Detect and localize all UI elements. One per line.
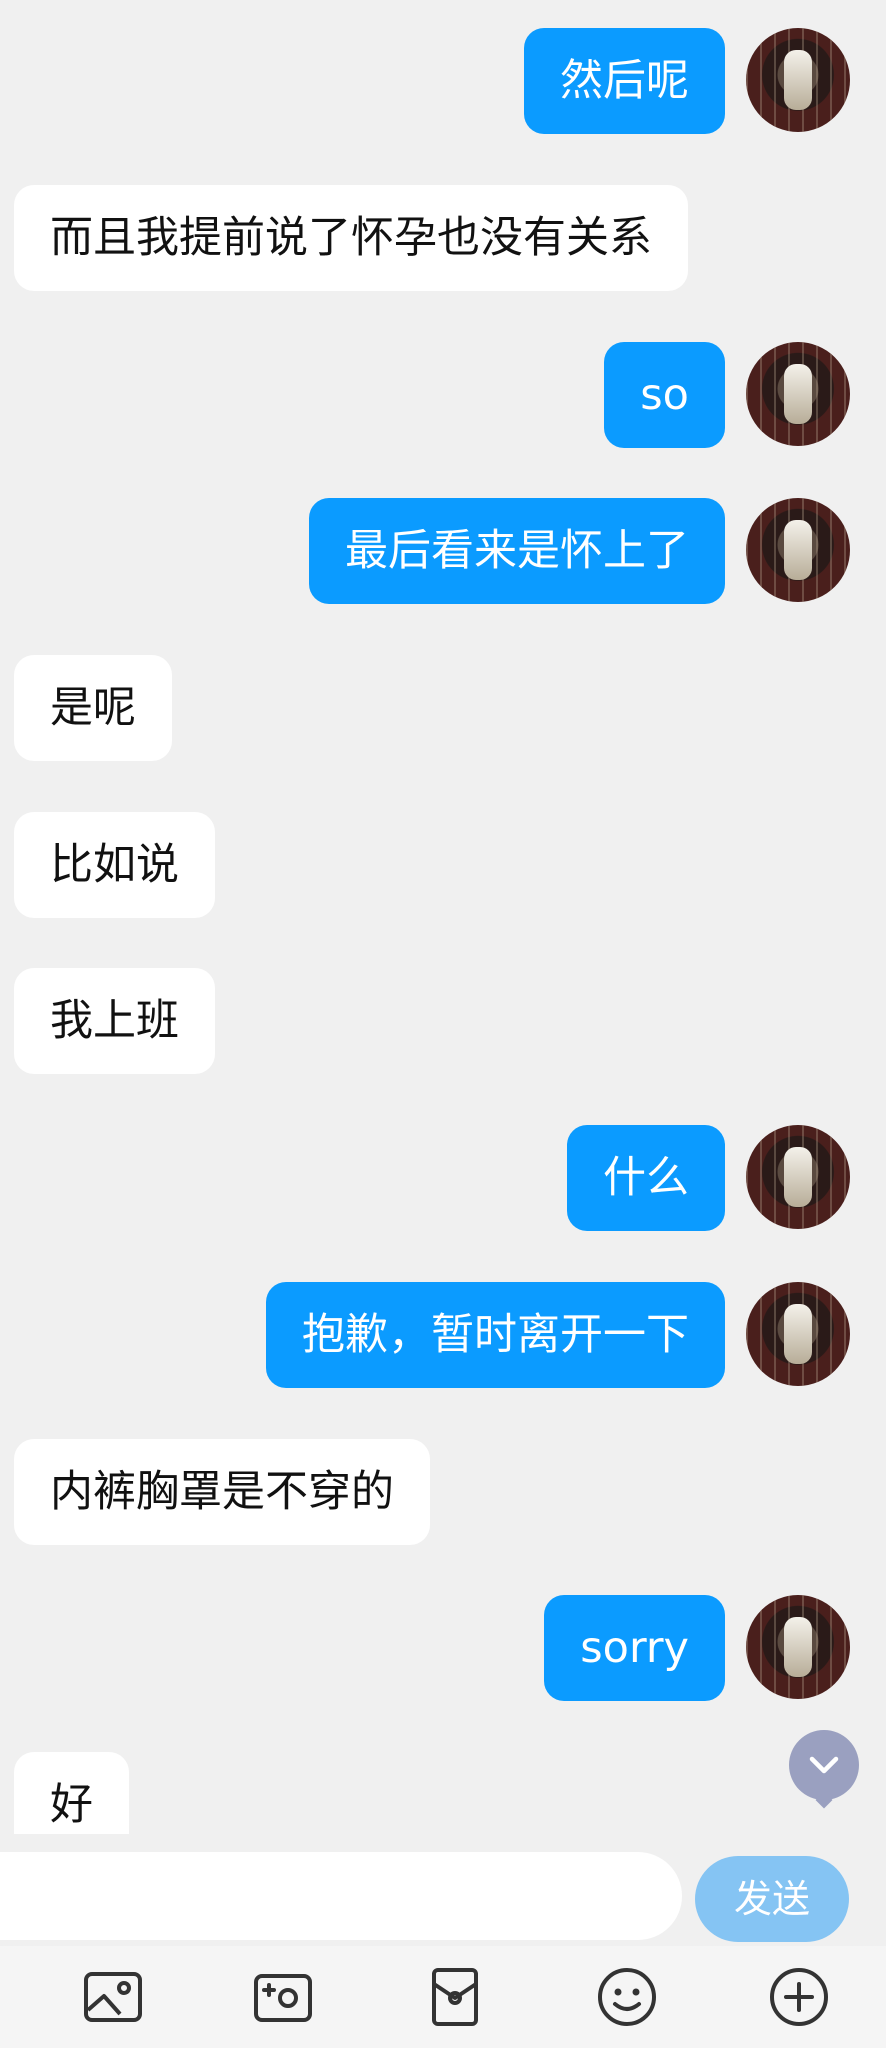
message-input[interactable] bbox=[0, 1852, 682, 1940]
avatar[interactable] bbox=[746, 1282, 850, 1386]
message-bubble[interactable]: 比如说 bbox=[14, 812, 215, 918]
incoming-message: 比如说 bbox=[0, 812, 886, 918]
avatar[interactable] bbox=[746, 1595, 850, 1699]
outgoing-message: so bbox=[0, 342, 886, 448]
avatar[interactable] bbox=[746, 342, 850, 446]
incoming-message: 我上班 bbox=[0, 968, 886, 1074]
incoming-message: 内裤胸罩是不穿的 bbox=[0, 1439, 886, 1545]
message-bubble[interactable]: 是呢 bbox=[14, 655, 172, 761]
image-icon[interactable] bbox=[80, 1964, 146, 2030]
message-bubble[interactable]: 我上班 bbox=[14, 968, 215, 1074]
message-bubble[interactable]: so bbox=[604, 342, 725, 448]
outgoing-message: 最后看来是怀上了 bbox=[0, 498, 886, 604]
outgoing-message: sorry bbox=[0, 1595, 886, 1701]
incoming-message: 而且我提前说了怀孕也没有关系 bbox=[0, 185, 886, 291]
outgoing-message: 抱歉，暂时离开一下 bbox=[0, 1282, 886, 1388]
red-packet-icon[interactable] bbox=[422, 1964, 488, 2030]
send-button[interactable]: 发送 bbox=[695, 1856, 849, 1942]
incoming-message: 是呢 bbox=[0, 655, 886, 761]
composer-bar: 发送 bbox=[0, 1834, 886, 1946]
avatar[interactable] bbox=[746, 498, 850, 602]
plus-icon[interactable] bbox=[766, 1964, 832, 2030]
message-bubble[interactable]: 什么 bbox=[567, 1125, 725, 1231]
message-bubble[interactable]: 好 bbox=[14, 1752, 129, 1834]
chat-history[interactable]: 然后呢 而且我提前说了怀孕也没有关系 so 最后看来是怀上了 是呢 比如说 我上… bbox=[0, 0, 886, 1834]
message-bubble[interactable]: sorry bbox=[544, 1595, 725, 1701]
message-bubble[interactable]: 而且我提前说了怀孕也没有关系 bbox=[14, 185, 688, 291]
message-bubble[interactable]: 抱歉，暂时离开一下 bbox=[266, 1282, 725, 1388]
input-toolbar bbox=[0, 1946, 886, 2048]
emoji-icon[interactable] bbox=[594, 1964, 660, 2030]
message-bubble[interactable]: 最后看来是怀上了 bbox=[309, 498, 725, 604]
message-bubble[interactable]: 内裤胸罩是不穿的 bbox=[14, 1439, 430, 1545]
outgoing-message: 什么 bbox=[0, 1125, 886, 1231]
outgoing-message: 然后呢 bbox=[0, 28, 886, 134]
message-bubble[interactable]: 然后呢 bbox=[524, 28, 725, 134]
chevron-down-icon bbox=[809, 1756, 839, 1774]
camera-icon[interactable] bbox=[250, 1964, 316, 2030]
scroll-to-bottom-button[interactable] bbox=[789, 1730, 859, 1800]
incoming-message: 好 bbox=[0, 1752, 886, 1834]
avatar[interactable] bbox=[746, 1125, 850, 1229]
avatar[interactable] bbox=[746, 28, 850, 132]
